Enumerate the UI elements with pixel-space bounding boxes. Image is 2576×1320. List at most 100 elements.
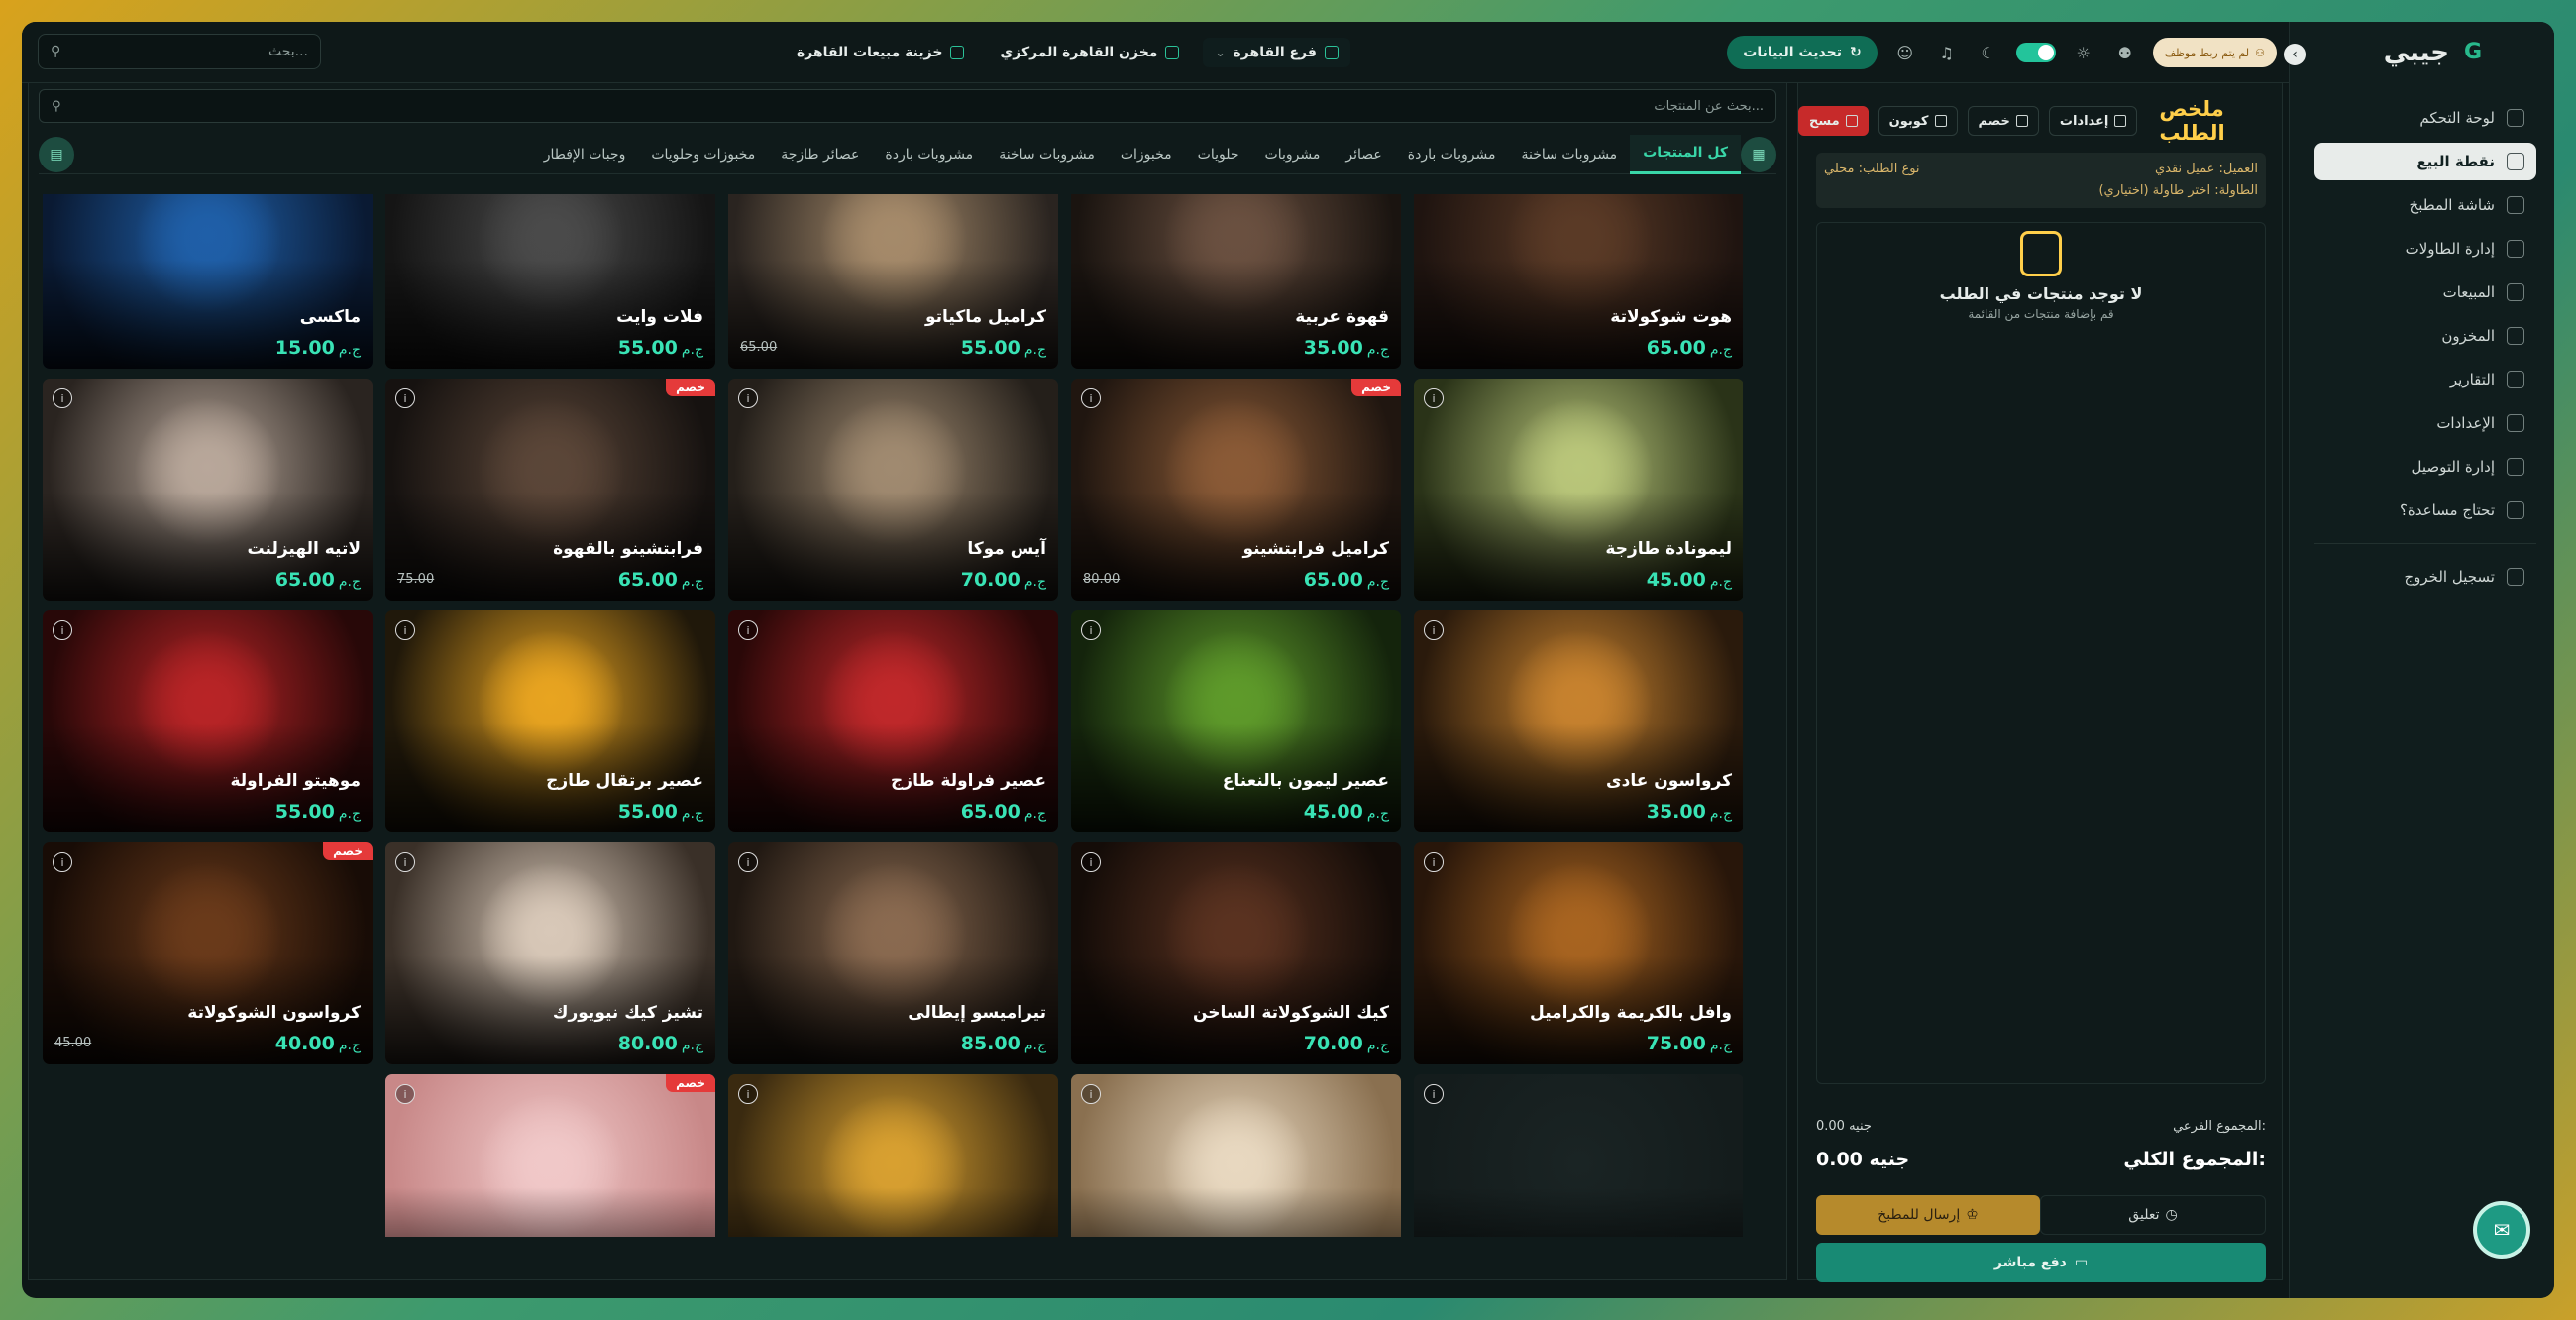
order-settings-label: إعدادات (2059, 113, 2109, 129)
clear-order-button[interactable]: مسح (1798, 106, 1869, 136)
info-icon[interactable]: i (53, 620, 72, 640)
product-card[interactable]: i عصير فراولة طازج ج.م65.00 (728, 610, 1058, 832)
product-search-input[interactable]: بحث عن المنتجات... ⚲ (39, 89, 1776, 123)
info-icon[interactable]: i (738, 852, 758, 872)
chat-button[interactable]: ✉ (2473, 1201, 2530, 1259)
customer-info[interactable]: العميل: عميل نقدي نوع الطلب: محلي الطاول… (1816, 153, 2266, 208)
sidebar-item-9[interactable]: تحتاج مساعدة؟ (2314, 492, 2536, 529)
order-settings-button[interactable]: إعدادات (2048, 106, 2138, 136)
layout-toggle-icon[interactable]: ▤ (39, 137, 74, 172)
info-icon[interactable]: i (395, 620, 415, 640)
info-icon[interactable]: i (395, 1084, 415, 1104)
warehouse-select[interactable]: مخزن القاهرة المركزي (988, 38, 1191, 67)
tab-category-2[interactable]: مشروبات باردة (1395, 135, 1509, 174)
product-card[interactable]: i ليمونادة طازجة ج.م45.00 (1414, 379, 1743, 601)
info-icon[interactable]: i (1081, 852, 1101, 872)
info-icon[interactable]: i (1424, 388, 1444, 408)
sidebar-item-5[interactable]: المخزون (2314, 317, 2536, 355)
info-icon[interactable]: i (1424, 620, 1444, 640)
product-card[interactable]: iكراميل ماكياتوج.م55.0065.00 (728, 194, 1058, 369)
sidebar-item-6[interactable]: التقارير (2314, 361, 2536, 398)
send-kitchen-button[interactable]: ♔ إرسال للمطبخ (1816, 1195, 2040, 1235)
tab-category-3[interactable]: عصائر (1333, 135, 1394, 174)
info-icon[interactable]: i (1081, 1084, 1101, 1104)
logout-button[interactable]: تسجيل الخروج (2314, 558, 2536, 596)
product-card[interactable]: i (728, 1074, 1058, 1237)
sidebar-item-4[interactable]: المبيعات (2314, 274, 2536, 311)
tab-category-8[interactable]: مشروبات باردة (872, 135, 986, 174)
tab-category-1[interactable]: مشروبات ساخنة (1509, 135, 1631, 174)
product-card[interactable]: i عصير ليمون بالنعناع ج.م45.00 (1071, 610, 1401, 832)
product-card[interactable]: i تيراميسو إيطالى ج.م85.00 (728, 842, 1058, 1064)
product-card[interactable]: i آيس موكا ج.م70.00 (728, 379, 1058, 601)
product-card[interactable]: i عصير برتقال طازج ج.م55.00 (385, 610, 715, 832)
users-icon[interactable]: ⚉ (2111, 39, 2139, 66)
product-card[interactable]: i كرواسون عادى ج.م35.00 (1414, 610, 1743, 832)
order-type-field[interactable]: نوع الطلب: محلي (1824, 159, 1920, 180)
info-icon[interactable]: i (395, 852, 415, 872)
info-icon[interactable]: i (738, 1084, 758, 1104)
info-icon[interactable]: i (738, 388, 758, 408)
tab-category-9[interactable]: عصائر طازجة (768, 135, 872, 174)
staff-link-button[interactable]: ⚇ لم يتم ربط موظف (2152, 38, 2277, 67)
product-card[interactable]: iهوت شوكولاتةج.م65.00 (1414, 194, 1743, 369)
product-card[interactable]: i خصم فرابتشينو بالقهوة ج.م65.00 75.00 (385, 379, 715, 601)
product-card[interactable]: i لاتيه الهيزلنت ج.م65.00 (43, 379, 373, 601)
discount-button[interactable]: خصم (1967, 106, 2039, 136)
branch-select[interactable]: فرع القاهرة ⌄ (1203, 38, 1350, 67)
brand[interactable]: G جيبي (2384, 38, 2485, 67)
product-card[interactable]: iقهوة عربيةج.م35.00 (1071, 194, 1401, 369)
product-card[interactable]: iماكسىج.م15.00 (43, 194, 373, 369)
product-card[interactable]: i كيك الشوكولاتة الساخن ج.م70.00 (1071, 842, 1401, 1064)
info-icon[interactable]: i (1424, 852, 1444, 872)
info-icon[interactable]: i (53, 852, 72, 872)
customer-field[interactable]: العميل: عميل نقدي (2155, 159, 2258, 180)
global-search-input[interactable]: بحث... ⚲ (38, 34, 321, 69)
info-icon[interactable]: i (738, 620, 758, 640)
product-card[interactable]: i خصم كرواسون الشوكولاتة ج.م40.00 45.00 (43, 842, 373, 1064)
sidebar-item-0[interactable]: لوحة التحكم (2314, 99, 2536, 137)
discount-badge: خصم (666, 1074, 715, 1092)
tab-category-0[interactable]: كل المنتجات (1630, 134, 1741, 174)
treasury-select[interactable]: خزينة مبيعات القاهرة (785, 38, 976, 67)
sun-icon[interactable]: ☼ (2070, 39, 2097, 66)
coupon-button[interactable]: كوبون (1878, 106, 1958, 136)
info-icon[interactable]: i (53, 388, 72, 408)
user-icon[interactable]: ☺ (1891, 39, 1919, 66)
sidebar-item-1[interactable]: نقطة البيع (2314, 143, 2536, 180)
grid-view-icon[interactable]: ▦ (1741, 136, 1776, 172)
product-card[interactable]: i موهيتو الفراولة ج.م55.00 (43, 610, 373, 832)
sidebar-collapse-button[interactable]: ‹ (2284, 44, 2306, 65)
tab-category-7[interactable]: مشروبات ساخنة (986, 135, 1108, 174)
product-card[interactable]: i وافل بالكريمة والكراميل ج.م75.00 (1414, 842, 1743, 1064)
info-icon[interactable]: i (1424, 1084, 1444, 1104)
tab-category-10[interactable]: مخبوزات وحلويات (638, 135, 768, 174)
tab-category-4[interactable]: مشروبات (1252, 135, 1334, 174)
sidebar-item-7[interactable]: الإعدادات (2314, 404, 2536, 442)
moon-icon[interactable]: ☾ (1975, 39, 2002, 66)
refresh-data-button[interactable]: ↻ تحديث البيانات (1727, 36, 1878, 69)
product-price: ج.م65.00 (1647, 337, 1732, 359)
currency-label: ج.م (1709, 1038, 1732, 1053)
table-field[interactable]: الطاولة: اختر طاولة (اختياري) (2098, 180, 2258, 202)
product-card[interactable]: i تشيز كيك نيويورك ج.م80.00 (385, 842, 715, 1064)
info-icon[interactable]: i (1081, 620, 1101, 640)
tab-category-11[interactable]: وجبات الإفطار (531, 135, 639, 174)
pay-direct-button[interactable]: ▭ دفع مباشر (1816, 1243, 2266, 1282)
hold-order-button[interactable]: ◷ تعليق (2040, 1195, 2266, 1235)
theme-toggle[interactable] (2015, 43, 2056, 62)
order-items-empty: لا توجد منتجات في الطلب قم بإضافة منتجات… (1816, 222, 2266, 1084)
sidebar-item-8[interactable]: إدارة التوصيل (2314, 448, 2536, 486)
tab-category-5[interactable]: حلويات (1185, 135, 1252, 174)
info-icon[interactable]: i (1081, 388, 1101, 408)
product-card[interactable]: iفلات وايتج.م55.00 (385, 194, 715, 369)
sidebar-item-label: تحتاج مساعدة؟ (2399, 501, 2495, 519)
sidebar-item-2[interactable]: شاشة المطبخ (2314, 186, 2536, 224)
product-card[interactable]: i خصم كراميل فرابتشينو ج.م65.00 80.00 (1071, 379, 1401, 601)
product-card[interactable]: i (1071, 1074, 1401, 1237)
product-card[interactable]: i خصم (385, 1074, 715, 1237)
tab-category-6[interactable]: مخبوزات (1108, 135, 1185, 174)
sidebar-item-3[interactable]: إدارة الطاولات (2314, 230, 2536, 268)
bell-icon[interactable]: ♫ (1933, 39, 1961, 66)
info-icon[interactable]: i (395, 388, 415, 408)
